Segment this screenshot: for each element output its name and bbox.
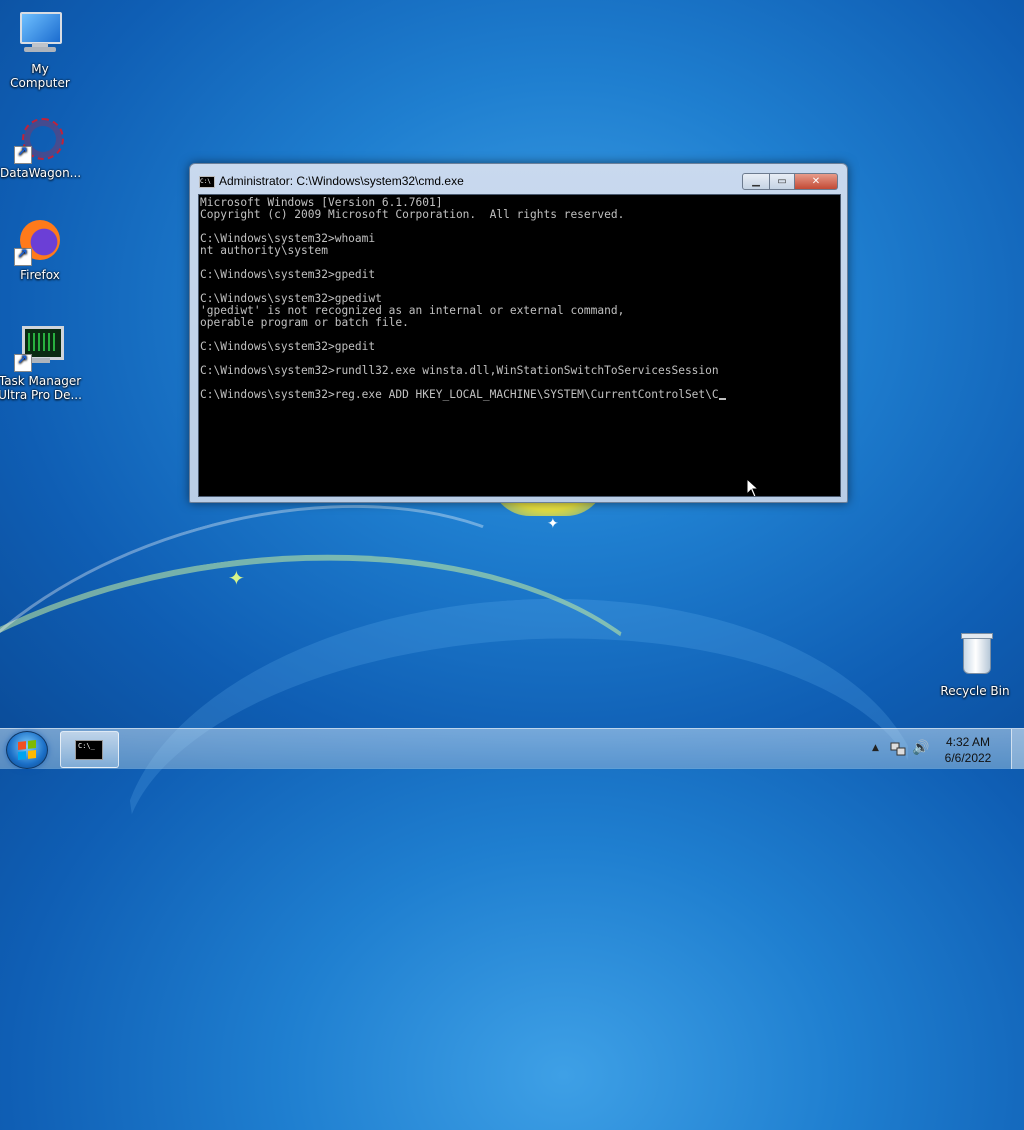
console-output[interactable]: Microsoft Windows [Version 6.1.7601] Cop…	[198, 194, 841, 497]
taskbar: C:\_ ▲ 🔊 4:32 AM 6/6/2022	[0, 728, 1024, 769]
minimize-button[interactable]: ▁	[742, 173, 770, 190]
desktop-icon-recycle-bin[interactable]: Recycle Bin	[935, 632, 1015, 698]
text-cursor	[718, 398, 726, 400]
console-line: nt authority\system	[200, 244, 328, 257]
cmd-icon: C:\	[199, 176, 215, 188]
sparkle-icon: ✦	[547, 516, 559, 532]
desktop-icon-label: DataWagon...	[0, 166, 82, 180]
network-icon[interactable]	[890, 741, 906, 757]
console-line: Copyright (c) 2009 Microsoft Corporation…	[200, 208, 625, 221]
volume-icon[interactable]: 🔊	[912, 740, 929, 756]
window-controls: ▁ ▭ ✕	[742, 173, 838, 190]
show-desktop-button[interactable]	[1011, 729, 1024, 769]
computer-icon	[16, 10, 64, 58]
desktop-icon-label: Recycle Bin	[940, 684, 1010, 698]
task-manager-icon	[14, 322, 64, 372]
desktop-icon-label: Task Manager Ultra Pro De...	[0, 374, 82, 402]
window-title: Administrator: C:\Windows\system32\cmd.e…	[219, 174, 464, 188]
close-button[interactable]: ✕	[795, 173, 838, 190]
cmd-window[interactable]: C:\ Administrator: C:\Windows\system32\c…	[189, 163, 848, 503]
taskbar-cmd-button[interactable]: C:\_	[60, 731, 119, 768]
clock[interactable]: 4:32 AM 6/6/2022	[938, 734, 998, 766]
close-icon: ✕	[811, 176, 821, 187]
console-line: operable program or batch file.	[200, 316, 409, 329]
desktop-icon-label: My Computer	[10, 62, 70, 90]
windows-logo-icon	[18, 740, 36, 760]
maximize-button[interactable]: ▭	[770, 173, 795, 190]
console-text: Microsoft Windows [Version 6.1.7601] Cop…	[199, 195, 840, 403]
desktop-icon-my-computer[interactable]: My Computer	[0, 10, 80, 90]
console-line: C:\Windows\system32>gpedit	[200, 268, 376, 281]
cmd-icon: C:\_	[75, 740, 103, 760]
recycle-bin-icon	[951, 632, 999, 680]
clock-time: 4:32 AM	[945, 735, 991, 749]
desktop-icon-task-manager[interactable]: Task Manager Ultra Pro De...	[0, 322, 82, 402]
desktop-icon-datawagon[interactable]: DataWagon...	[0, 114, 82, 180]
console-line: C:\Windows\system32>gpedit	[200, 340, 376, 353]
show-hidden-icons-icon[interactable]: ▲	[872, 743, 879, 753]
minimize-icon: ▁	[752, 176, 760, 187]
clock-date: 6/6/2022	[944, 751, 992, 765]
desktop-icon-firefox[interactable]: Firefox	[0, 216, 80, 282]
desktop-icon-label: Firefox	[20, 268, 60, 282]
console-line: C:\Windows\system32>rundll32.exe winsta.…	[200, 364, 719, 377]
window-titlebar[interactable]: C:\ Administrator: C:\Windows\system32\c…	[190, 164, 847, 194]
firefox-icon	[14, 216, 64, 266]
maximize-icon: ▭	[777, 176, 787, 187]
sparkle-icon: ✦	[228, 566, 245, 590]
datawagon-icon	[14, 114, 64, 164]
console-line: C:\Windows\system32>reg.exe ADD HKEY_LOC…	[200, 388, 719, 401]
start-button[interactable]	[6, 731, 48, 769]
